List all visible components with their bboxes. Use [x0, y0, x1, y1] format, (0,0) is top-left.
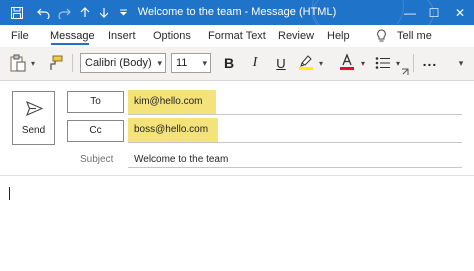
tab-options[interactable]: Options	[153, 30, 191, 42]
italic-button[interactable]: I	[246, 53, 264, 73]
cc-recipient[interactable]: boss@hello.com	[128, 118, 218, 142]
toolbar-divider	[72, 54, 73, 72]
font-name-value: Calibri (Body)	[85, 57, 152, 69]
to-button[interactable]: To	[67, 91, 124, 113]
send-button[interactable]: Send	[12, 91, 55, 145]
to-recipient[interactable]: kim@hello.com	[128, 90, 216, 114]
underline-button[interactable]: U	[272, 53, 290, 73]
font-size-value: 11	[176, 57, 188, 69]
font-name-select[interactable]: Calibri (Body) ▾	[80, 53, 166, 73]
tab-review[interactable]: Review	[278, 30, 314, 42]
send-label: Send	[21, 125, 46, 136]
tab-message[interactable]: Message	[50, 30, 95, 42]
chevron-down-icon: ▾	[202, 58, 207, 68]
ribbon-toolbar: ▾ Calibri (Body) ▾ 11 ▾ B I U ▾ ▾ ▾ ... …	[0, 47, 474, 81]
tab-file[interactable]: File	[11, 30, 29, 42]
font-color-icon[interactable]	[337, 51, 357, 73]
subject-field[interactable]: Welcome to the team	[134, 154, 228, 165]
tell-me-box[interactable]: Tell me	[397, 30, 432, 42]
toolbar-divider	[413, 54, 414, 72]
highlight-chevron-down-icon[interactable]: ▾	[316, 55, 326, 71]
bold-button[interactable]: B	[220, 53, 238, 73]
close-button[interactable]: ✕	[446, 0, 474, 25]
send-icon	[25, 99, 43, 117]
active-tab-indicator	[51, 43, 89, 45]
subject-label: Subject	[80, 154, 114, 165]
subject-underline	[128, 167, 462, 168]
title-bar: Welcome to the team - Message (HTML) — ☐…	[0, 0, 474, 25]
tab-insert[interactable]: Insert	[108, 30, 136, 42]
lightbulb-icon[interactable]	[374, 28, 388, 44]
font-size-select[interactable]: 11 ▾	[171, 53, 211, 73]
paste-icon[interactable]	[8, 53, 28, 73]
cc-button[interactable]: Cc	[67, 120, 124, 142]
highlight-icon[interactable]	[296, 51, 316, 73]
text-cursor	[9, 187, 10, 200]
tab-format-text[interactable]: Format Text	[208, 30, 266, 42]
dialog-launcher-icon[interactable]	[400, 67, 410, 77]
tab-help[interactable]: Help	[327, 30, 350, 42]
ribbon-expand-chevron-down-icon[interactable]: ▾	[454, 55, 468, 71]
message-body[interactable]	[0, 176, 474, 271]
chevron-down-icon: ▾	[157, 58, 162, 68]
paste-dropdown-chevron-down-icon[interactable]: ▾	[28, 55, 38, 71]
maximize-button[interactable]: ☐	[420, 0, 448, 25]
bullets-icon[interactable]	[373, 53, 393, 73]
font-color-chevron-down-icon[interactable]: ▾	[358, 55, 368, 71]
more-options-button[interactable]: ...	[421, 51, 439, 71]
format-painter-icon[interactable]	[44, 53, 66, 73]
